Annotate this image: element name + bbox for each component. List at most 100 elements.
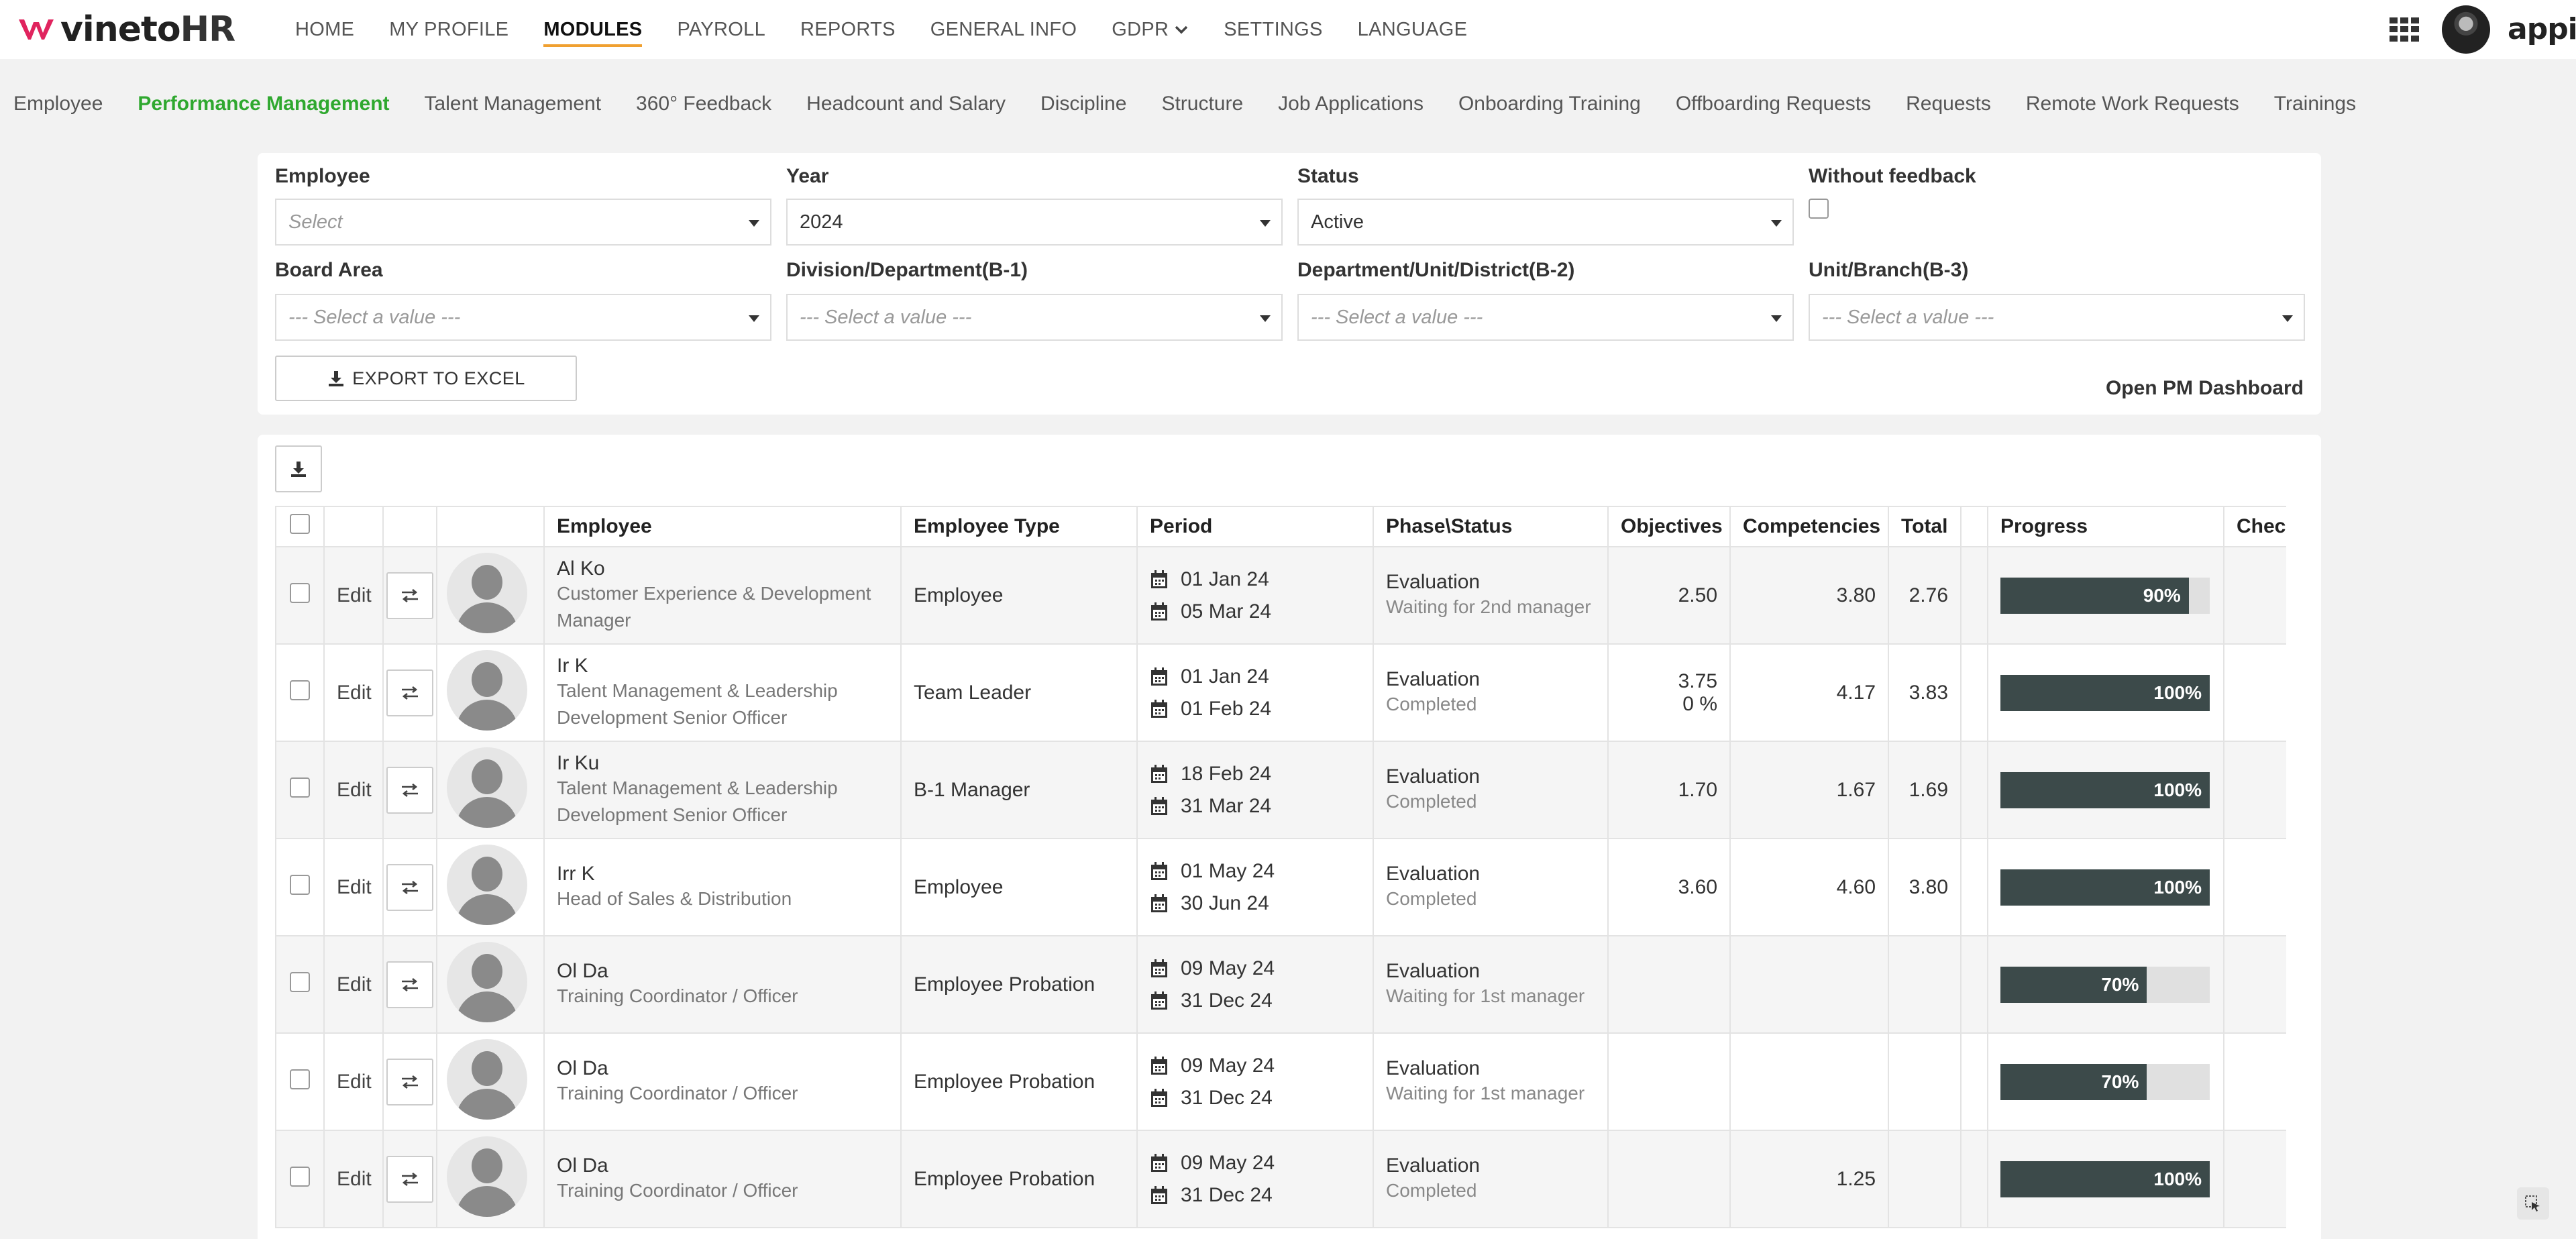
header-phase-status[interactable]: Phase\Status: [1373, 506, 1609, 547]
swap-button[interactable]: [386, 1155, 433, 1203]
edit-link[interactable]: Edit: [337, 973, 372, 995]
table-header-row: Employee Employee Type Period Phase\Stat…: [275, 506, 2286, 547]
row-checkbox[interactable]: [290, 582, 310, 603]
table-row[interactable]: Edit Irr K Head of Sales & Distribution …: [275, 838, 2286, 936]
period-start-date: 18 Feb 24: [1181, 762, 1272, 785]
header-total[interactable]: Total: [1888, 506, 1962, 547]
nav-settings[interactable]: SETTINGS: [1224, 0, 1322, 59]
subnav-discipline[interactable]: Discipline: [1040, 93, 1126, 115]
header-objectives[interactable]: Objectives: [1607, 506, 1731, 547]
department-select[interactable]: --- Select a value ---: [1297, 294, 1794, 341]
table-row[interactable]: Edit Ol Da Training Coordinator / Office…: [275, 1032, 2286, 1131]
row-edit-cell: Edit: [323, 741, 384, 839]
swap-button[interactable]: [386, 863, 433, 911]
export-to-excel-button[interactable]: EXPORT TO EXCEL: [275, 356, 577, 401]
nav-reports[interactable]: REPORTS: [800, 0, 896, 59]
header-competencies[interactable]: Competencies: [1729, 506, 1889, 547]
swap-button[interactable]: [386, 961, 433, 1008]
row-checkbox[interactable]: [290, 874, 310, 895]
swap-button[interactable]: [386, 669, 433, 716]
year-select[interactable]: 2024: [786, 199, 1283, 246]
row-swap-cell: [382, 643, 437, 742]
header-period[interactable]: Period: [1136, 506, 1374, 547]
employee-name[interactable]: Irr K: [557, 863, 900, 885]
row-checkbox[interactable]: [290, 1166, 310, 1187]
progress-fill: 70%: [2000, 966, 2147, 1003]
row-checkbox[interactable]: [290, 971, 310, 992]
employee-name[interactable]: Ir Ku: [557, 752, 900, 775]
header-progress[interactable]: Progress: [1987, 506, 2224, 547]
subnav-remote-work-requests[interactable]: Remote Work Requests: [2026, 93, 2239, 115]
header-employee[interactable]: Employee: [543, 506, 902, 547]
subnav-performance-management[interactable]: Performance Management: [138, 93, 389, 115]
employee-position: Training Coordinator / Officer: [557, 1179, 798, 1201]
edit-link[interactable]: Edit: [337, 779, 372, 801]
employee-position: Talent Management & Leadership Developme…: [557, 777, 838, 825]
edit-link[interactable]: Edit: [337, 1168, 372, 1190]
edit-link[interactable]: Edit: [337, 682, 372, 704]
swap-button[interactable]: [386, 572, 433, 619]
employee-name[interactable]: Ol Da: [557, 1154, 900, 1177]
status-select[interactable]: Active: [1297, 199, 1794, 246]
app-grid-icon[interactable]: [2390, 17, 2422, 42]
nav-language-label: LANGUAGE: [1357, 18, 1468, 40]
employee-name[interactable]: Al Ko: [557, 557, 900, 580]
unit-select[interactable]: --- Select a value ---: [1809, 294, 2305, 341]
evaluations-table-wrapper[interactable]: Employee Employee Type Period Phase\Stat…: [275, 506, 2286, 1239]
subnav-employee[interactable]: Employee: [13, 93, 103, 115]
period-start: 01 May 24: [1150, 855, 1373, 887]
employee-name[interactable]: Ir K: [557, 655, 900, 678]
row-checkbox[interactable]: [290, 1069, 310, 1089]
division-select[interactable]: --- Select a value ---: [786, 294, 1283, 341]
open-pm-dashboard-link[interactable]: Open PM Dashboard: [2106, 377, 2304, 400]
row-select-cell: [275, 935, 325, 1034]
subnav-onboarding-training[interactable]: Onboarding Training: [1458, 93, 1641, 115]
nav-general-info[interactable]: GENERAL INFO: [930, 0, 1077, 59]
nav-language[interactable]: LANGUAGE: [1358, 0, 1468, 59]
subnav-job-applications[interactable]: Job Applications: [1278, 93, 1424, 115]
nav-gdpr[interactable]: GDPR: [1112, 0, 1189, 59]
cursor-select-icon[interactable]: [2517, 1187, 2549, 1220]
table-row[interactable]: Edit Ir Ku Talent Management & Leadershi…: [275, 741, 2286, 839]
header-checked[interactable]: Checke: [2223, 506, 2286, 547]
phase: Evaluation: [1386, 667, 1481, 690]
edit-link[interactable]: Edit: [337, 584, 372, 606]
swap-button[interactable]: [386, 1058, 433, 1106]
logo-mark-icon: [19, 19, 54, 40]
calendar-icon: [1151, 1056, 1167, 1075]
year-filter-label: Year: [786, 165, 829, 187]
employee-select[interactable]: Select: [275, 199, 771, 246]
nav-my-profile[interactable]: MY PROFILE: [389, 0, 508, 59]
without-feedback-checkbox[interactable]: [1809, 199, 1829, 219]
board-area-select[interactable]: --- Select a value ---: [275, 294, 771, 341]
table-row[interactable]: Edit Ol Da Training Coordinator / Office…: [275, 1130, 2286, 1228]
subnav-360-feedback[interactable]: 360° Feedback: [636, 93, 771, 115]
header-employee-type[interactable]: Employee Type: [900, 506, 1138, 547]
row-objectives-cell: 3.75 0 %: [1607, 643, 1731, 742]
vinetohr-logo[interactable]: vinetoHR: [16, 9, 235, 50]
status: Completed: [1386, 693, 1477, 714]
subnav-talent-management[interactable]: Talent Management: [425, 93, 602, 115]
subnav-headcount-salary[interactable]: Headcount and Salary: [806, 93, 1006, 115]
edit-link[interactable]: Edit: [337, 1071, 372, 1093]
user-avatar[interactable]: [2442, 5, 2490, 54]
employee-name[interactable]: Ol Da: [557, 960, 900, 983]
download-button[interactable]: [275, 445, 322, 492]
subnav-structure[interactable]: Structure: [1161, 93, 1243, 115]
table-row[interactable]: Edit Ol Da Training Coordinator / Office…: [275, 935, 2286, 1034]
subnav-requests[interactable]: Requests: [1906, 93, 1991, 115]
table-row[interactable]: Edit Al Ko Customer Experience & Develop…: [275, 546, 2286, 645]
select-all-checkbox[interactable]: [290, 514, 310, 534]
row-checkbox[interactable]: [290, 680, 310, 700]
employee-name[interactable]: Ol Da: [557, 1057, 900, 1080]
nav-payroll[interactable]: PAYROLL: [677, 0, 765, 59]
swap-button[interactable]: [386, 766, 433, 814]
subnav-trainings[interactable]: Trainings: [2274, 93, 2356, 115]
nav-modules[interactable]: MODULES: [543, 0, 643, 59]
competencies-score: 4.17: [1729, 643, 1889, 742]
table-row[interactable]: Edit Ir K Talent Management & Leadership…: [275, 643, 2286, 742]
subnav-offboarding-requests[interactable]: Offboarding Requests: [1676, 93, 1871, 115]
edit-link[interactable]: Edit: [337, 876, 372, 898]
nav-home[interactable]: HOME: [295, 0, 354, 59]
row-checkbox[interactable]: [290, 777, 310, 798]
